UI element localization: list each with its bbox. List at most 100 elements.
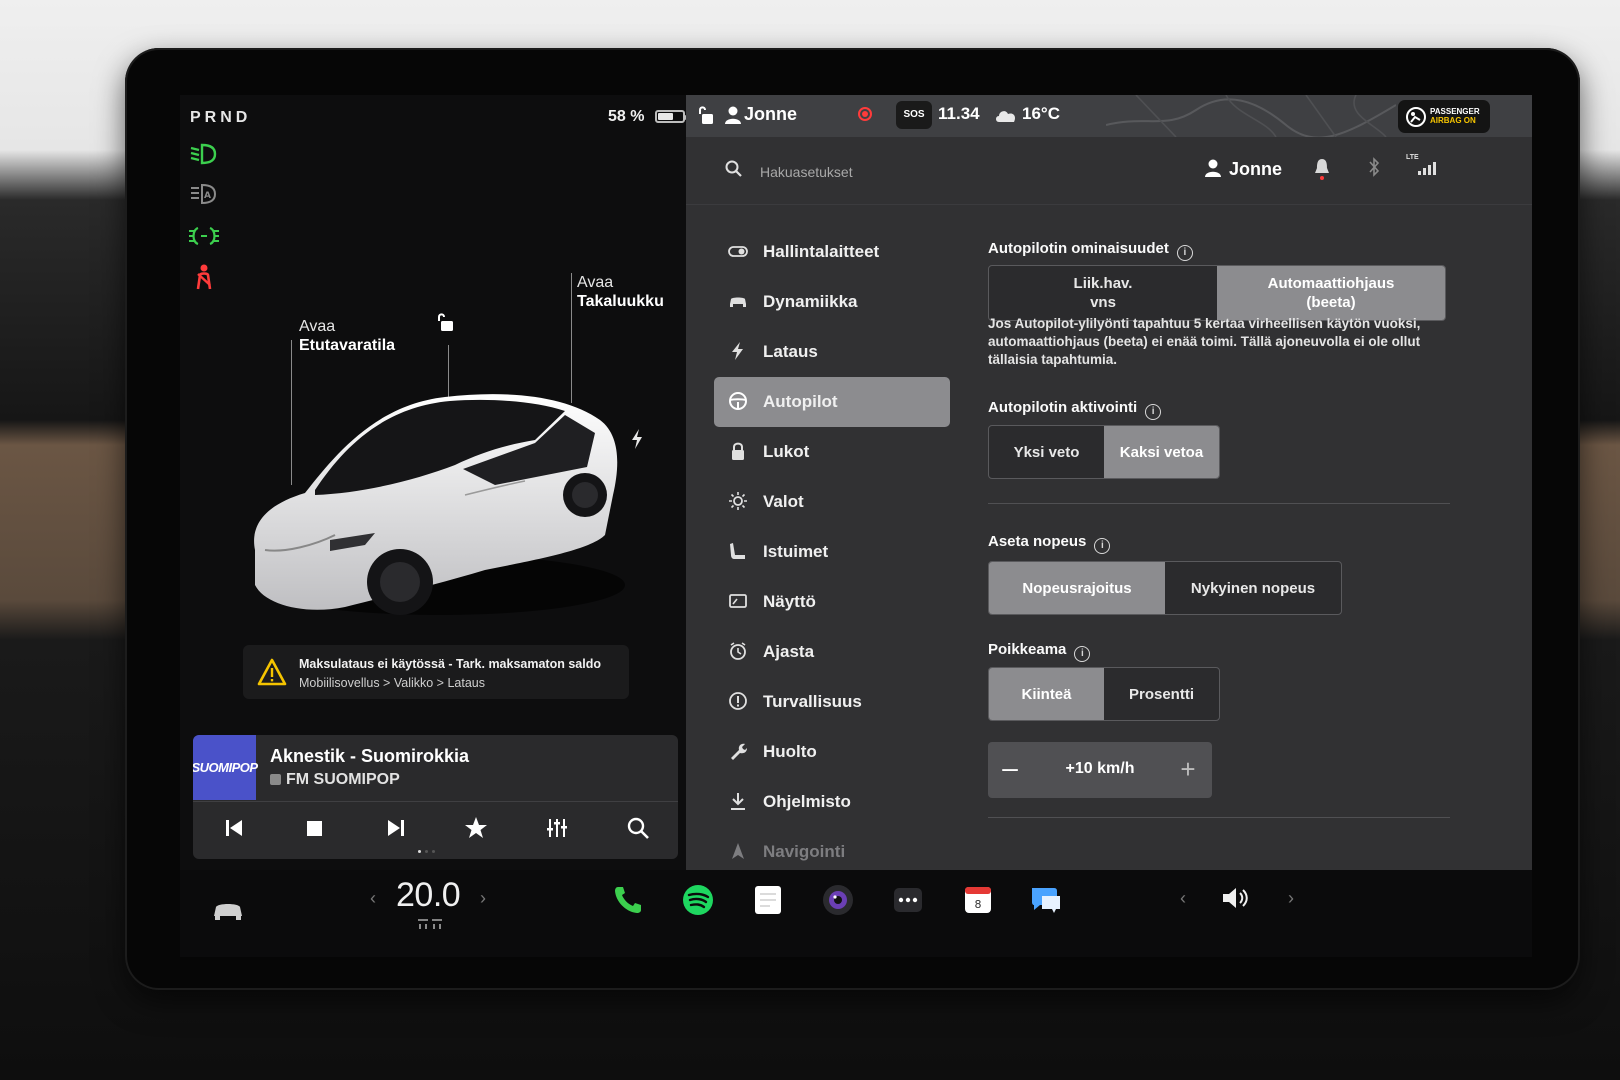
toggle-icon (728, 246, 748, 257)
status-bar: Jonne SOS 11.34 16°C PASSENGER AIRBAG ON (686, 95, 1532, 137)
bluetooth-icon[interactable] (1367, 157, 1381, 177)
phone-icon[interactable] (610, 882, 646, 918)
decrease-offset-button[interactable]: – (998, 754, 1022, 784)
nav-label: Ajasta (763, 642, 815, 661)
nav-label: Lataus (763, 342, 818, 361)
calendar-icon[interactable]: 8 (960, 882, 996, 918)
unlock-icon[interactable] (433, 311, 457, 335)
option-speed-limit[interactable]: Nopeusrajoitus (989, 562, 1165, 614)
next-track-icon[interactable] (381, 813, 411, 843)
autopilot-strike-description: Jos Autopilot-ylilyönti tapahtuu 5 kerta… (988, 316, 1421, 367)
trunk-callout-line (571, 273, 572, 403)
notes-icon[interactable] (750, 882, 786, 918)
car-menu-icon[interactable] (210, 892, 246, 928)
wrench-icon (731, 743, 747, 760)
option-autosteer[interactable]: Automaattiohjaus (beeta) (1217, 266, 1445, 320)
volume-icon[interactable] (1218, 880, 1254, 916)
now-playing-station: FM SUOMIPOP (270, 771, 400, 789)
camera-icon[interactable] (820, 882, 856, 918)
battery-icon (655, 110, 688, 123)
nav-item-schedule[interactable]: Ajasta (714, 627, 950, 677)
nav-item-service[interactable]: Huolto (714, 727, 950, 777)
nav-label: Ohjelmisto (763, 792, 851, 811)
more-apps-icon[interactable] (890, 882, 926, 918)
option-double-pull[interactable]: Kaksi vetoa (1104, 426, 1219, 478)
media-search-icon[interactable] (623, 813, 653, 843)
nav-item-charging[interactable]: Lataus (714, 327, 950, 377)
cloud-icon (996, 111, 1016, 122)
option-single-pull[interactable]: Yksi veto (989, 426, 1104, 478)
nav-item-display[interactable]: Näyttö (714, 577, 950, 627)
nav-item-autopilot[interactable]: Autopilot (714, 377, 950, 427)
nav-item-locks[interactable]: Lukot (714, 427, 950, 477)
low-beam-icon (190, 143, 217, 165)
touchscreen: PRND 58 % A Avaa Etutavaratila Avaa Taka… (180, 95, 1532, 957)
charging-alert[interactable]: Maksulataus ei käytössä - Tark. maksamat… (243, 645, 629, 699)
trunk-callout[interactable]: Avaa Takaluukku (577, 273, 664, 311)
info-icon[interactable]: i (1094, 538, 1111, 554)
settings-nav: Hallintalaitteet Dynamiikka Lataus Autop… (714, 227, 950, 877)
nav-item-controls[interactable]: Hallintalaitteet (714, 227, 950, 277)
station-logo[interactable]: SUOMIPOP (193, 735, 258, 800)
settings-search-input[interactable] (758, 159, 1122, 185)
nav-label: Navigointi (763, 842, 846, 861)
option-percentage[interactable]: Prosentti (1104, 668, 1219, 720)
frunk-callout[interactable]: Avaa Etutavaratila (299, 317, 395, 355)
airbag-status: AIRBAG ON (1430, 116, 1476, 125)
info-icon[interactable]: i (1145, 404, 1162, 420)
seatbelt-warning-icon (196, 264, 212, 290)
option-autosteer-line1: Automaattiohjaus (1267, 275, 1395, 292)
section-divider (988, 817, 1450, 818)
option-fixed[interactable]: Kiinteä (989, 668, 1104, 720)
info-icon[interactable]: i (1074, 646, 1091, 662)
alarm-clock-icon (730, 642, 746, 660)
nav-item-software[interactable]: Ohjelmisto (714, 777, 950, 827)
nav-item-dynamics[interactable]: Dynamiikka (714, 277, 950, 327)
features-segmented-control: Liik.hav. vns Automaattiohjaus (beeta) (988, 265, 1446, 321)
messages-icon[interactable] (1028, 882, 1064, 918)
seat-icon (730, 543, 745, 559)
previous-track-icon[interactable] (219, 813, 249, 843)
svg-text:8: 8 (975, 898, 982, 911)
spotify-icon[interactable] (680, 882, 716, 918)
info-icon[interactable]: i (1176, 245, 1193, 261)
nav-item-lights[interactable]: Valot (714, 477, 950, 527)
option-tacc[interactable]: Liik.hav. vns (989, 266, 1217, 320)
nav-item-safety[interactable]: Turvallisuus (714, 677, 950, 727)
option-current-speed[interactable]: Nykyinen nopeus (1165, 562, 1341, 614)
nav-item-seats[interactable]: Istuimet (714, 527, 950, 577)
stop-icon[interactable] (300, 813, 330, 843)
offset-title-text: Poikkeama (988, 641, 1067, 658)
airbag-label: PASSENGER (1430, 107, 1480, 116)
user-icon (725, 106, 741, 124)
sos-button[interactable]: SOS (896, 101, 932, 129)
increase-offset-button[interactable]: + (1176, 756, 1200, 784)
driver-profile-name[interactable]: Jonne (1229, 159, 1282, 180)
offset-title: Poikkeama i (988, 641, 1091, 662)
activation-title: Autopilotin aktivointi i (988, 399, 1162, 420)
activation-segmented-control: Yksi veto Kaksi vetoa (988, 425, 1220, 479)
temp-down-chevron[interactable]: ‹ (370, 888, 376, 909)
offset-value: +10 km/h (1065, 760, 1135, 777)
steering-wheel-icon (729, 392, 747, 410)
signal-strength-icon (1418, 162, 1436, 175)
temp-up-chevron[interactable]: › (480, 888, 486, 909)
gear-selector[interactable]: PRND (190, 109, 251, 127)
lock-status-icon[interactable] (696, 104, 716, 126)
media-divider (193, 801, 678, 802)
volume-up-chevron[interactable]: › (1288, 888, 1294, 909)
car-panel: PRND 58 % A Avaa Etutavaratila Avaa Taka… (180, 95, 703, 870)
settings-search-row: Jonne LTE (686, 139, 1532, 205)
cabin-temperature[interactable]: 20.0 (396, 876, 461, 915)
status-user-name[interactable]: Jonne (744, 104, 797, 125)
notification-bell-icon[interactable] (1313, 157, 1331, 181)
sun-icon (729, 492, 747, 510)
car-image (254, 394, 625, 615)
equalizer-icon[interactable] (542, 813, 572, 843)
favorite-star-icon[interactable] (461, 813, 491, 843)
warning-icon (257, 658, 287, 686)
dock-bar: ‹ 20.0 › 8 ‹ › (180, 870, 1532, 957)
seat-heater-icon[interactable] (416, 918, 444, 930)
volume-down-chevron[interactable]: ‹ (1180, 888, 1186, 909)
dashcam-record-icon[interactable] (858, 107, 872, 121)
